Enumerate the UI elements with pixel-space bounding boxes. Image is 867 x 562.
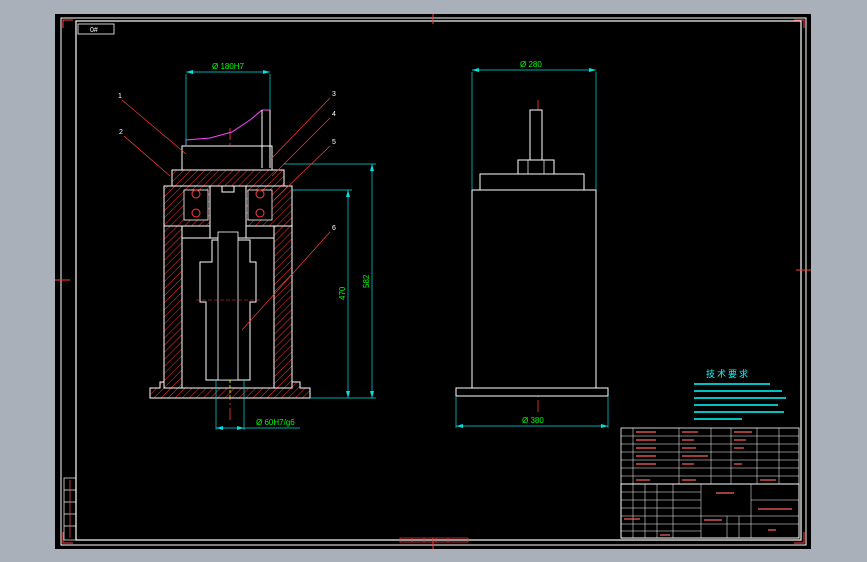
front-bottom-dimension: Ø 60H7/g6	[256, 418, 295, 427]
balloon-1: 1	[118, 93, 122, 100]
balloon-5: 5	[332, 139, 336, 146]
cad-drawing-canvas: 0# Ø 180H7 Ø 60H7/g6 470 582 1 2 3 4 5 6…	[55, 14, 811, 549]
sheet-code: 0#	[90, 27, 98, 34]
balloon-3: 3	[332, 91, 336, 98]
tech-requirements-title: 技术要求	[706, 368, 750, 379]
side-bottom-dimension: Ø 380	[522, 416, 544, 425]
balloon-4: 4	[332, 111, 336, 118]
front-top-dimension: Ø 180H7	[212, 62, 245, 71]
front-height-total: 582	[362, 274, 371, 288]
front-height-inner: 470	[338, 286, 347, 300]
balloon-2: 2	[119, 129, 123, 136]
balloon-6: 6	[332, 225, 336, 232]
side-top-dimension: Ø 280	[520, 60, 542, 69]
